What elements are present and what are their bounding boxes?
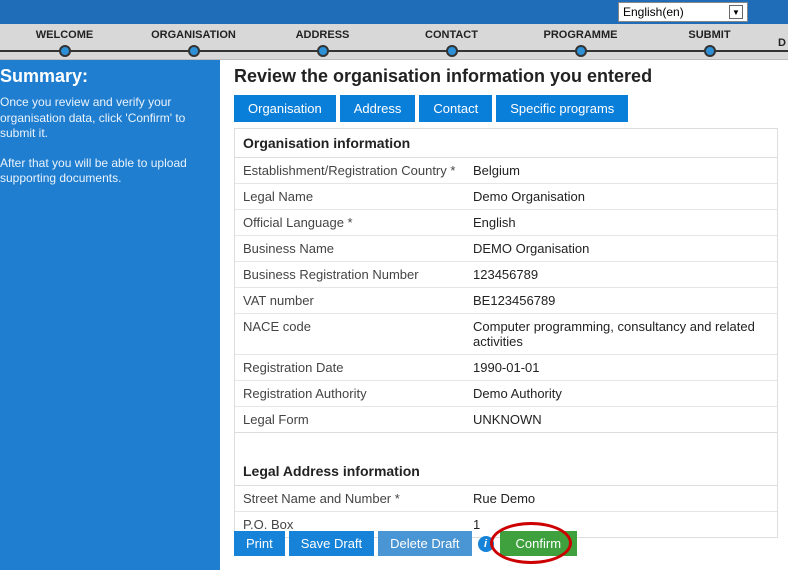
row-label: Establishment/Registration Country * [235,158,465,183]
table-row: Legal NameDemo Organisation [235,183,777,209]
sidebar: Summary: Once you review and verify your… [0,60,220,570]
chevron-down-icon: ▼ [729,5,743,19]
row-label: VAT number [235,288,465,313]
section-address-heading: Legal Address information [234,457,778,486]
main: Review the organisation information you … [220,60,788,570]
content: Summary: Once you review and verify your… [0,60,788,570]
row-label: Registration Authority [235,381,465,406]
delete-draft-button[interactable]: Delete Draft [378,531,471,556]
row-value: Computer programming, consultancy and re… [465,314,777,354]
language-select[interactable]: English(en) ▼ [618,2,748,22]
step-welcome[interactable]: WELCOME [0,27,129,57]
info-icon[interactable]: i [478,536,494,552]
table-row: Business Registration Number123456789 [235,261,777,287]
table-row: Registration Date1990-01-01 [235,354,777,380]
language-selected: English(en) [623,5,684,19]
row-label: NACE code [235,314,465,354]
row-label: Legal Name [235,184,465,209]
organisation-table: Establishment/Registration Country *Belg… [234,158,778,433]
step-dot-icon [704,45,716,57]
sidebar-para2: After that you will be able to upload su… [0,156,214,187]
step-next[interactable]: D [774,35,788,49]
row-value: UNKNOWN [465,407,777,432]
step-programme[interactable]: PROGRAMME [516,27,645,57]
step-organisation[interactable]: ORGANISATION [129,27,258,57]
step-dot-icon [317,45,329,57]
row-value: DEMO Organisation [465,236,777,261]
table-row: VAT numberBE123456789 [235,287,777,313]
actions-bar: Print Save Draft Delete Draft i Confirm [234,531,577,556]
step-dot-icon [446,45,458,57]
step-address[interactable]: ADDRESS [258,27,387,57]
row-value: 123456789 [465,262,777,287]
section-organisation-heading: Organisation information [234,128,778,158]
tabs: Organisation Address Contact Specific pr… [234,95,778,122]
section-gap [234,433,778,457]
table-row: Business NameDEMO Organisation [235,235,777,261]
sidebar-para1: Once you review and verify your organisa… [0,95,214,142]
row-value: 1990-01-01 [465,355,777,380]
row-label: Official Language * [235,210,465,235]
step-submit[interactable]: SUBMIT [645,27,774,57]
page-title: Review the organisation information you … [234,66,778,87]
table-row: Legal FormUNKNOWN [235,406,777,432]
row-label: Business Name [235,236,465,261]
topbar: English(en) ▼ [0,0,788,24]
step-dot-icon [188,45,200,57]
tab-contact[interactable]: Contact [419,95,492,122]
row-value: Demo Authority [465,381,777,406]
print-button[interactable]: Print [234,531,285,556]
row-label: Business Registration Number [235,262,465,287]
row-value: Belgium [465,158,777,183]
step-contact[interactable]: CONTACT [387,27,516,57]
row-value: English [465,210,777,235]
tab-organisation[interactable]: Organisation [234,95,336,122]
row-label: Legal Form [235,407,465,432]
confirm-button[interactable]: Confirm [500,531,578,556]
step-dot-icon [59,45,71,57]
row-value: BE123456789 [465,288,777,313]
row-value: Demo Organisation [465,184,777,209]
table-row: NACE codeComputer programming, consultan… [235,313,777,354]
row-label: Street Name and Number * [235,486,465,511]
stepper: WELCOME ORGANISATION ADDRESS CONTACT PRO… [0,24,788,60]
sidebar-title: Summary: [0,66,214,87]
step-dot-icon [575,45,587,57]
table-row: Registration AuthorityDemo Authority [235,380,777,406]
table-row: Street Name and Number *Rue Demo [235,486,777,511]
table-row: Official Language *English [235,209,777,235]
row-label: Registration Date [235,355,465,380]
row-value: Rue Demo [465,486,777,511]
table-row: Establishment/Registration Country *Belg… [235,158,777,183]
tab-specific-programs[interactable]: Specific programs [496,95,628,122]
save-draft-button[interactable]: Save Draft [289,531,374,556]
tab-address[interactable]: Address [340,95,416,122]
